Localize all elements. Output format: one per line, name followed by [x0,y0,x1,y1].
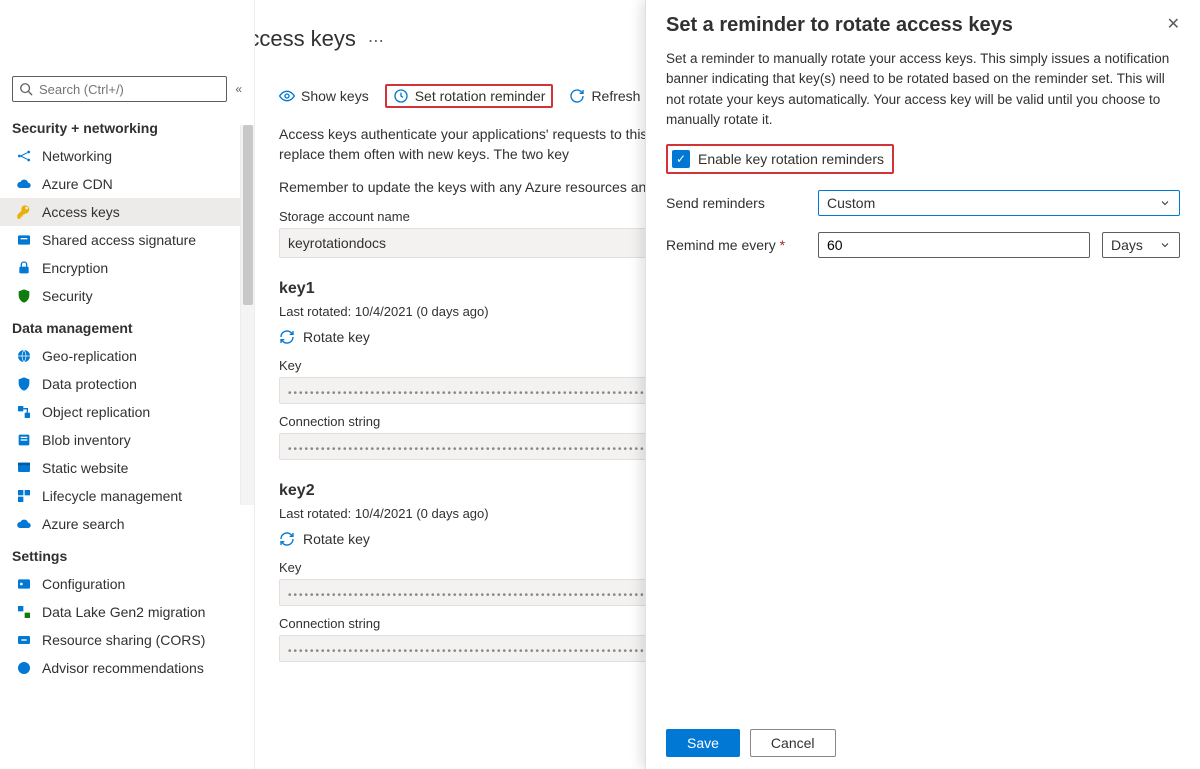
sidebar-item-configuration[interactable]: Configuration [0,570,254,598]
lock-icon [16,260,32,276]
sidebar-item-encryption[interactable]: Encryption [0,254,254,282]
sas-icon [16,232,32,248]
datalake-icon [16,604,32,620]
sidebar-item-label: Encryption [42,260,108,276]
key1-rotate-button[interactable]: Rotate key [279,329,370,345]
rotate-icon [279,531,295,547]
sidebar-item-azure-cdn[interactable]: Azure CDN [0,170,254,198]
collapse-sidebar-icon[interactable]: « [235,82,242,96]
chevron-down-icon [1159,239,1171,251]
required-asterisk: * [780,237,785,253]
sidebar-item-access-keys[interactable]: Access keys [0,198,254,226]
panel-title: Set a reminder to rotate access keys [666,14,1013,37]
dataprotect-icon [16,376,32,392]
sidebar-item-data-lake-gen2-migration[interactable]: Data Lake Gen2 migration [0,598,254,626]
sidebar-item-blob-inventory[interactable]: Blob inventory [0,426,254,454]
sidebar-item-geo-replication[interactable]: Geo-replication [0,342,254,370]
remind-every-input[interactable] [818,232,1090,258]
send-reminders-value: Custom [827,195,875,211]
sidebar-item-label: Lifecycle management [42,488,182,504]
sidebar-item-data-protection[interactable]: Data protection [0,370,254,398]
search-icon [16,516,32,532]
globe-icon [16,348,32,364]
rotation-reminder-panel: Set a reminder to rotate access keys ✕ S… [645,0,1200,769]
sidebar-item-label: Configuration [42,576,125,592]
config-icon [16,576,32,592]
cancel-button[interactable]: Cancel [750,729,836,757]
set-rotation-reminder-button[interactable]: Set rotation reminder [385,84,554,108]
staticweb-icon [16,460,32,476]
lifecycle-icon [16,488,32,504]
sidebar-search[interactable] [12,76,227,102]
sidebar-item-label: Resource sharing (CORS) [42,632,205,648]
sidebar-item-azure-search[interactable]: Azure search [0,510,254,538]
sidebar-item-advisor-recommendations[interactable]: Advisor recommendations [0,654,254,682]
cloud-icon [16,176,32,192]
show-keys-label: Show keys [301,88,369,104]
enable-reminders-checkbox-row[interactable]: ✓ Enable key rotation reminders [666,144,894,174]
network-icon [16,148,32,164]
enable-reminders-label: Enable key rotation reminders [698,151,884,167]
nav-section-header: Security + networking [0,110,254,142]
sidebar-item-label: Data Lake Gen2 migration [42,604,205,620]
sidebar-item-label: Azure CDN [42,176,113,192]
set-reminder-label: Set rotation reminder [415,88,546,104]
more-menu[interactable]: ⋯ [362,31,390,51]
panel-description: Set a reminder to manually rotate your a… [666,49,1180,130]
key1-rotate-label: Rotate key [303,329,370,345]
key2-rotate-label: Rotate key [303,531,370,547]
send-reminders-label: Send reminders [666,195,806,211]
sidebar-item-static-website[interactable]: Static website [0,454,254,482]
unit-value: Days [1111,237,1143,253]
inventory-icon [16,432,32,448]
sidebar-item-label: Static website [42,460,128,476]
nav-section-header: Settings [0,538,254,570]
close-icon[interactable]: ✕ [1167,14,1180,34]
sidebar-item-label: Azure search [42,516,124,532]
key2-rotate-button[interactable]: Rotate key [279,531,370,547]
sidebar-scrollbar-thumb[interactable] [243,125,253,305]
remind-every-unit-select[interactable]: Days [1102,232,1180,258]
sidebar-item-security[interactable]: Security [0,282,254,310]
sidebar-item-object-replication[interactable]: Object replication [0,398,254,426]
sidebar-scrollbar[interactable] [240,125,254,505]
refresh-button[interactable]: Refresh [569,88,640,104]
sidebar-item-label: Shared access signature [42,232,196,248]
refresh-label: Refresh [591,88,640,104]
refresh-icon [569,88,585,104]
shield-icon [16,288,32,304]
sidebar-item-label: Advisor recommendations [42,660,204,676]
sidebar-item-label: Access keys [42,204,120,220]
search-input[interactable] [39,82,220,97]
sidebar-item-label: Blob inventory [42,432,131,448]
rotate-icon [279,329,295,345]
search-icon [19,82,33,96]
send-reminders-select[interactable]: Custom [818,190,1180,216]
sidebar-item-networking[interactable]: Networking [0,142,254,170]
sidebar-item-lifecycle-management[interactable]: Lifecycle management [0,482,254,510]
checkbox-checked-icon[interactable]: ✓ [672,150,690,168]
sidebar-item-label: Networking [42,148,112,164]
sidebar-item-shared-access-signature[interactable]: Shared access signature [0,226,254,254]
nav-section-header: Data management [0,310,254,342]
sidebar-item-label: Geo-replication [42,348,137,364]
eye-icon [279,88,295,104]
cors-icon [16,632,32,648]
save-button[interactable]: Save [666,729,740,757]
sidebar-item-label: Security [42,288,93,304]
objrep-icon [16,404,32,420]
key-icon [16,204,32,220]
show-keys-button[interactable]: Show keys [279,88,369,104]
sidebar-item-label: Object replication [42,404,150,420]
sidebar-item-label: Data protection [42,376,137,392]
clock-icon [393,88,409,104]
remind-every-label: Remind me every * [666,237,806,253]
chevron-down-icon [1159,197,1171,209]
advisor-icon [16,660,32,676]
sidebar-item-resource-sharing-cors-[interactable]: Resource sharing (CORS) [0,626,254,654]
